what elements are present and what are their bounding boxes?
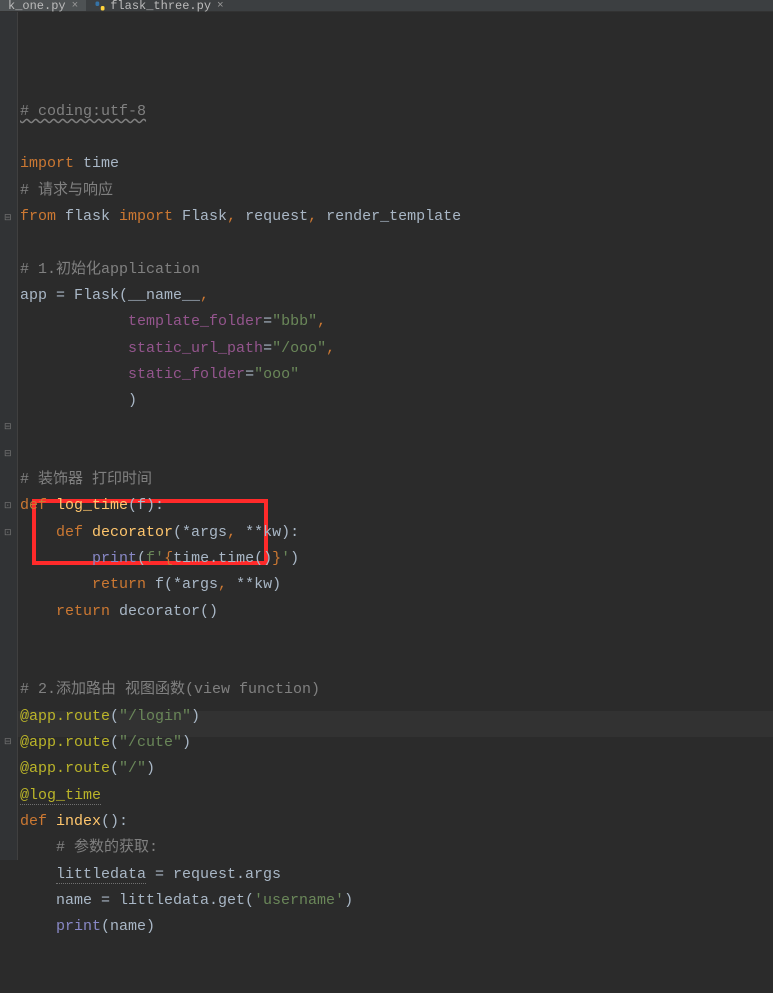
code-content: # coding:utf-8 import time # 请求与响应 from … <box>20 99 773 941</box>
tab-k-one[interactable]: k_one.py × <box>0 0 86 11</box>
code-editor[interactable]: ⊟ ⊟ ⊟ ⊡ ⊡ ⊟ # coding:utf-8 import time #… <box>0 12 773 860</box>
fold-icon[interactable]: ⊟ <box>4 422 14 432</box>
python-file-icon <box>94 0 106 12</box>
fold-icon[interactable]: ⊡ <box>4 501 14 511</box>
code-area[interactable]: # coding:utf-8 import time # 请求与响应 from … <box>18 12 773 860</box>
fold-icon[interactable]: ⊟ <box>4 737 14 747</box>
close-icon[interactable]: × <box>217 0 224 12</box>
tab-label: flask_three.py <box>110 0 211 13</box>
tab-bar: k_one.py × flask_three.py × <box>0 0 773 12</box>
fold-icon[interactable]: ⊟ <box>4 213 14 223</box>
close-icon[interactable]: × <box>72 0 79 12</box>
gutter: ⊟ ⊟ ⊟ ⊡ ⊡ ⊟ <box>0 12 18 860</box>
tab-flask-three[interactable]: flask_three.py × <box>86 0 231 11</box>
fold-icon[interactable]: ⊡ <box>4 528 14 538</box>
fold-icon[interactable]: ⊟ <box>4 449 14 459</box>
tab-label: k_one.py <box>8 0 66 13</box>
code-comment: # coding:utf-8 <box>20 103 146 120</box>
